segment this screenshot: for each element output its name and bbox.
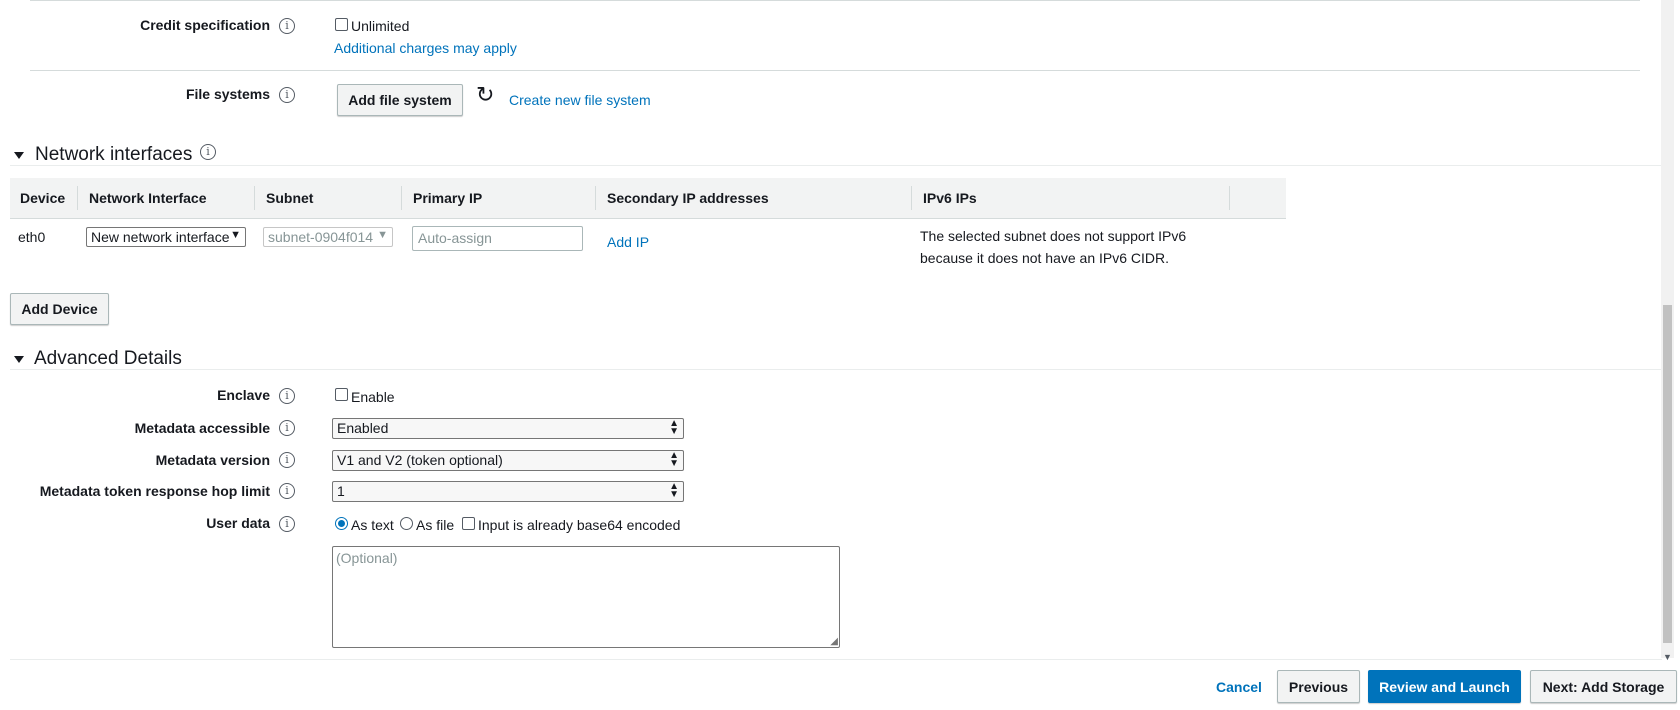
column-secondary-ip[interactable]: Secondary IP addresses bbox=[607, 190, 769, 206]
top-divider bbox=[30, 0, 1640, 1]
column-primary-ip[interactable]: Primary IP bbox=[413, 190, 482, 206]
collapse-caret-icon[interactable] bbox=[14, 356, 24, 363]
resize-handle-icon[interactable]: ◢ bbox=[830, 637, 838, 647]
metadata-version-label: Metadata version bbox=[155, 452, 270, 468]
divider bbox=[30, 70, 1640, 71]
hop-limit-label: Metadata token response hop limit bbox=[39, 483, 270, 499]
select-arrows-icon: ▲ ▼ bbox=[669, 450, 679, 469]
scroll-down-arrow-icon[interactable]: ▼ bbox=[1663, 652, 1672, 662]
chevron-down-icon: ▼ bbox=[230, 229, 241, 241]
info-icon[interactable]: i bbox=[279, 516, 295, 532]
column-network-interface[interactable]: Network Interface bbox=[89, 190, 206, 206]
unlimited-checkbox[interactable] bbox=[335, 18, 348, 31]
vertical-scrollbar[interactable]: ▼ bbox=[1661, 0, 1674, 662]
network-interfaces-title[interactable]: Network interfaces bbox=[35, 144, 192, 166]
enclave-checkbox[interactable] bbox=[335, 388, 348, 401]
section-divider bbox=[10, 369, 1662, 370]
enclave-label: Enclave bbox=[217, 387, 270, 403]
info-icon[interactable]: i bbox=[279, 18, 295, 34]
info-icon[interactable]: i bbox=[279, 388, 295, 404]
previous-button[interactable]: Previous bbox=[1277, 670, 1360, 703]
add-file-system-button[interactable]: Add file system bbox=[337, 84, 463, 116]
review-and-launch-button[interactable]: Review and Launch bbox=[1368, 670, 1521, 703]
as-text-label: As text bbox=[351, 517, 394, 533]
as-file-label: As file bbox=[416, 517, 455, 533]
column-separator bbox=[254, 186, 255, 210]
column-separator bbox=[401, 186, 402, 210]
select-arrows-icon: ▲ ▼ bbox=[669, 418, 679, 437]
additional-charges-link[interactable]: Additional charges may apply bbox=[334, 40, 517, 56]
column-subnet[interactable]: Subnet bbox=[266, 190, 313, 206]
scrollbar-thumb[interactable] bbox=[1663, 305, 1672, 643]
base64-label: Input is already base64 encoded bbox=[478, 517, 681, 533]
add-ip-link[interactable]: Add IP bbox=[607, 234, 649, 250]
refresh-icon[interactable]: ↻ bbox=[476, 84, 494, 106]
info-icon[interactable]: i bbox=[279, 87, 295, 103]
create-file-system-link[interactable]: Create new file system bbox=[509, 92, 651, 108]
column-ipv6[interactable]: IPv6 IPs bbox=[923, 190, 977, 206]
primary-ip-input[interactable]: Auto-assign bbox=[412, 226, 583, 251]
network-interface-select[interactable]: New network interface ▼ bbox=[86, 227, 246, 247]
device-value: eth0 bbox=[18, 229, 46, 245]
unlimited-label: Unlimited bbox=[351, 18, 410, 34]
column-device[interactable]: Device bbox=[20, 190, 65, 206]
as-text-radio[interactable] bbox=[335, 517, 348, 530]
column-separator bbox=[77, 186, 78, 210]
info-icon[interactable]: i bbox=[200, 144, 216, 160]
metadata-accessible-label: Metadata accessible bbox=[134, 420, 270, 436]
as-file-radio[interactable] bbox=[400, 517, 413, 530]
info-icon[interactable]: i bbox=[279, 452, 295, 468]
add-device-button[interactable]: Add Device bbox=[10, 293, 109, 325]
ipv6-note-line2: because it does not have an IPv6 CIDR. bbox=[920, 250, 1170, 266]
column-separator bbox=[1229, 186, 1230, 210]
section-divider bbox=[10, 165, 1662, 166]
base64-checkbox[interactable] bbox=[462, 517, 475, 530]
user-data-textarea[interactable]: (Optional) ◢ bbox=[332, 546, 840, 648]
info-icon[interactable]: i bbox=[279, 420, 295, 436]
collapse-caret-icon[interactable] bbox=[14, 152, 24, 159]
credit-spec-label: Credit specification bbox=[140, 17, 270, 33]
file-systems-label: File systems bbox=[185, 86, 270, 102]
next-add-storage-button[interactable]: Next: Add Storage bbox=[1530, 670, 1677, 703]
subnet-select: subnet-0904f014 ▼ bbox=[263, 227, 393, 247]
user-data-label: User data bbox=[206, 515, 270, 531]
metadata-version-select[interactable]: V1 and V2 (token optional) ▲ ▼ bbox=[332, 450, 684, 471]
info-icon[interactable]: i bbox=[279, 483, 295, 499]
select-arrows-icon: ▲ ▼ bbox=[669, 481, 679, 500]
footer-divider bbox=[10, 659, 1662, 660]
column-separator bbox=[595, 186, 596, 210]
advanced-details-title[interactable]: Advanced Details bbox=[34, 348, 182, 370]
cancel-link[interactable]: Cancel bbox=[1216, 679, 1262, 695]
enclave-checkbox-label: Enable bbox=[351, 389, 395, 405]
ipv6-note-line1: The selected subnet does not support IPv… bbox=[920, 228, 1187, 244]
column-separator bbox=[911, 186, 912, 210]
chevron-down-icon: ▼ bbox=[377, 229, 388, 241]
metadata-accessible-select[interactable]: Enabled ▲ ▼ bbox=[332, 418, 684, 439]
hop-limit-select[interactable]: 1 ▲ ▼ bbox=[332, 481, 684, 502]
